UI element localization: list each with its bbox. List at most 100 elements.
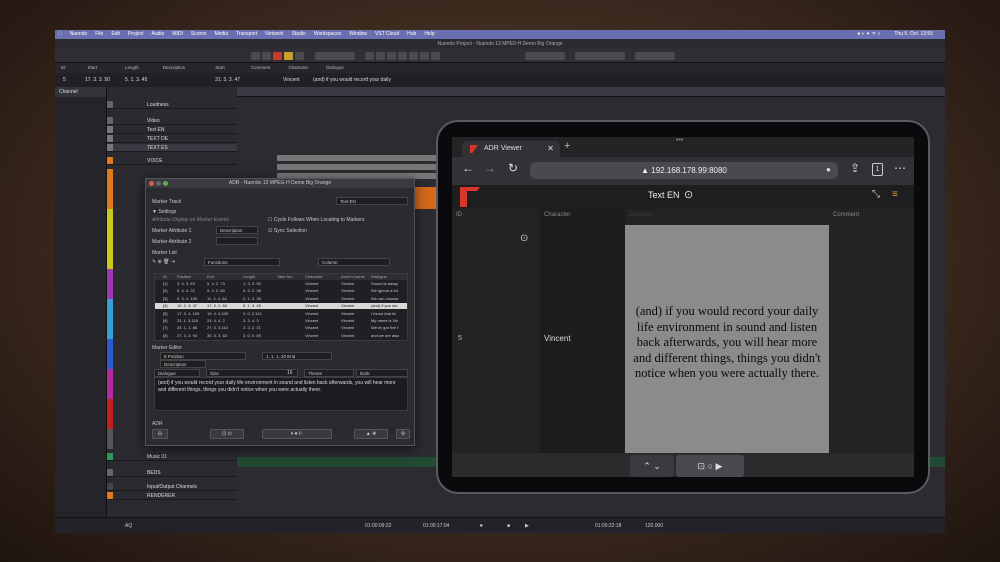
- inspector-title[interactable]: Channel: [55, 87, 106, 97]
- toolbar-button[interactable]: [262, 52, 271, 60]
- marker-row[interactable]: [3] 9. 3. 4. 109 11. 4. 4. 64 2. 1. 3. 35 Vi…: [155, 296, 407, 302]
- share-icon[interactable]: ⇪: [850, 161, 860, 175]
- marker-table[interactable]: ID Position End Length Take No. Characte…: [154, 273, 408, 341]
- size-value[interactable]: 16: [287, 370, 293, 376]
- col-header[interactable]: Dialogue: [371, 274, 387, 280]
- settings-header[interactable]: ▼ Settings: [152, 209, 176, 215]
- adr-tool-button[interactable]: ⊟: [152, 429, 168, 439]
- left-locator[interactable]: 01:00:09:22: [365, 518, 391, 533]
- track-renderer[interactable]: RENDERER: [147, 493, 175, 499]
- toolbar-button[interactable]: [376, 52, 385, 60]
- position-field[interactable]: 5 Position: [160, 352, 246, 360]
- menu-nuendo[interactable]: Nuendo: [70, 30, 88, 39]
- track-beds[interactable]: BEDS: [147, 470, 161, 476]
- marker-row[interactable]: [6] 21. 1. 3.118 24. 4. 4. 2 3. 3. 4. 3 Vinc…: [155, 318, 407, 324]
- menu-audio[interactable]: Audio: [152, 30, 165, 39]
- tab-adr-viewer[interactable]: ADR Viewer ✕: [462, 141, 560, 157]
- menu-scores[interactable]: Scores: [191, 30, 207, 39]
- marker-row[interactable]: [2] 5. 4. 4. 22 9. 3. 2. 80 3. 3. 2. 38 Vinc…: [155, 288, 407, 294]
- url-bar[interactable]: ▲ 192.168.178.99:8080: [530, 162, 838, 179]
- toolbar-button[interactable]: [284, 52, 293, 60]
- new-tab-icon[interactable]: +: [564, 140, 570, 152]
- toolbar-button[interactable]: [420, 52, 429, 60]
- column-select[interactable]: Column: [318, 258, 390, 266]
- range-field[interactable]: 1. 1. 1. 20 End: [262, 352, 332, 360]
- size-field[interactable]: Size: [206, 369, 298, 377]
- toolbar-button[interactable]: [251, 52, 260, 60]
- track-voice[interactable]: VOICE: [147, 158, 163, 164]
- jump-to-marker-icon[interactable]: ⊙: [520, 233, 528, 244]
- functions-select[interactable]: Functions: [204, 258, 280, 266]
- track-text-en[interactable]: Text EN: [147, 127, 165, 133]
- list-tools-icons[interactable]: ✎ ⊕ 🗑 ⇥: [152, 259, 175, 265]
- attr2-select[interactable]: [216, 237, 258, 245]
- forward-arrow-icon[interactable]: →: [484, 161, 496, 175]
- menu-file[interactable]: File: [95, 30, 103, 39]
- track-text-es[interactable]: TEXT ES: [147, 145, 168, 151]
- adr-nav-buttons[interactable]: ▲ ✥: [354, 429, 388, 439]
- more-dots-icon[interactable]: •••: [676, 137, 683, 144]
- close-tab-icon[interactable]: ✕: [547, 141, 554, 157]
- adr-window-titlebar[interactable]: ADR - Nuendo 13 MPEG-H Demo Big Orange: [146, 179, 414, 188]
- zoom-icon[interactable]: [163, 181, 168, 186]
- snap-select[interactable]: [635, 52, 675, 60]
- menu-window[interactable]: Window: [349, 30, 367, 39]
- menu-media[interactable]: Media: [214, 30, 228, 39]
- microphone-icon[interactable]: ●: [826, 165, 831, 174]
- menu-workspaces[interactable]: Workspaces: [314, 30, 341, 39]
- toolbar-button[interactable]: [409, 52, 418, 60]
- col-header[interactable]: Take No.: [277, 274, 293, 280]
- record-button[interactable]: ⏺: [480, 518, 483, 533]
- close-icon[interactable]: [149, 181, 154, 186]
- cycle-checkbox[interactable]: ☐ Cycle Follows When Locating to Markers: [268, 217, 364, 223]
- tempo-display[interactable]: 120.000: [645, 518, 663, 533]
- menu-edit[interactable]: Edit: [111, 30, 120, 39]
- touch-mode-select[interactable]: [315, 52, 355, 60]
- status-icons[interactable]: ● ◐ ✦ ᯤ ⌕: [857, 30, 880, 39]
- right-locator[interactable]: 01:00:17:04: [423, 518, 449, 533]
- menu-network[interactable]: Network: [265, 30, 283, 39]
- tab-count-button[interactable]: 1: [872, 163, 883, 176]
- menu-hub[interactable]: Hub: [407, 30, 416, 39]
- track-video[interactable]: Video: [147, 118, 160, 124]
- theme-select[interactable]: Dark: [356, 369, 408, 377]
- prev-next-buttons[interactable]: ⌃ ⌄: [630, 455, 674, 477]
- back-arrow-icon[interactable]: ←: [462, 161, 474, 175]
- dialogue-select[interactable]: Dialogue: [154, 369, 200, 377]
- timeline-ruler[interactable]: [237, 87, 945, 97]
- info-value-character[interactable]: Vincent: [283, 73, 300, 87]
- edit-lines-icon[interactable]: ≡: [892, 189, 898, 200]
- track-text-de[interactable]: TEXT DE: [147, 136, 168, 142]
- col-header[interactable]: ID: [163, 274, 167, 280]
- marker-row[interactable]: [1] 3. 4. 3. 63 5. 4. 2. 73 1. 3. 3. 90 Vinc…: [155, 281, 407, 287]
- marker-row[interactable]: [7] 25. 1. 1. 88 27. 3. 3.110 2. 2. 2. 21 Vi…: [155, 325, 407, 331]
- col-header[interactable]: Position: [177, 274, 191, 280]
- toolbar-button[interactable]: [365, 52, 374, 60]
- menu-studio[interactable]: Studio: [292, 30, 306, 39]
- marker-row[interactable]: [8] 27. 3. 3. 93 30. 3. 3. 63 3. 0. 0. 89 Vi…: [155, 333, 407, 339]
- track-io-channels[interactable]: Input/Output Channels: [147, 484, 197, 490]
- marker-row[interactable]: [5] 17. 3. 4. 109 19. 4. 4.100 2. 0. 2.112 V…: [155, 311, 407, 317]
- stop-button[interactable]: ■: [507, 518, 510, 533]
- reload-icon[interactable]: ↻: [508, 161, 518, 175]
- record-button[interactable]: [273, 52, 282, 60]
- adr-playback-buttons[interactable]: ⏵ ⏺ ▷: [262, 429, 332, 439]
- menu-vst-cloud[interactable]: VST Cloud: [375, 30, 399, 39]
- info-value-start[interactable]: 17. 3. 3. 50: [85, 73, 110, 87]
- apple-icon[interactable]: : [58, 30, 62, 39]
- info-value-dialogue[interactable]: (and) if you would record your daily: [313, 73, 391, 87]
- info-value-start2[interactable]: 31. 3. 3. 47: [215, 73, 240, 87]
- toolbar-button[interactable]: [387, 52, 396, 60]
- info-value-id[interactable]: 5: [63, 73, 66, 87]
- toolbar-button[interactable]: [431, 52, 440, 60]
- dialogue-text-area[interactable]: (and) if you would record your daily lif…: [154, 377, 408, 411]
- playback-buttons[interactable]: ⊡ ○ ▶: [676, 455, 744, 477]
- description-select[interactable]: Description: [160, 360, 206, 368]
- marker-track-select[interactable]: Text EN: [336, 197, 408, 205]
- primary-time-display[interactable]: 01:00:22:18: [595, 518, 621, 533]
- menu-help[interactable]: Help: [424, 30, 434, 39]
- col-header[interactable]: End: [207, 274, 214, 280]
- track-loudness[interactable]: Loudness: [147, 102, 169, 108]
- toolbar-button[interactable]: [398, 52, 407, 60]
- play-button[interactable]: ▶: [525, 518, 529, 533]
